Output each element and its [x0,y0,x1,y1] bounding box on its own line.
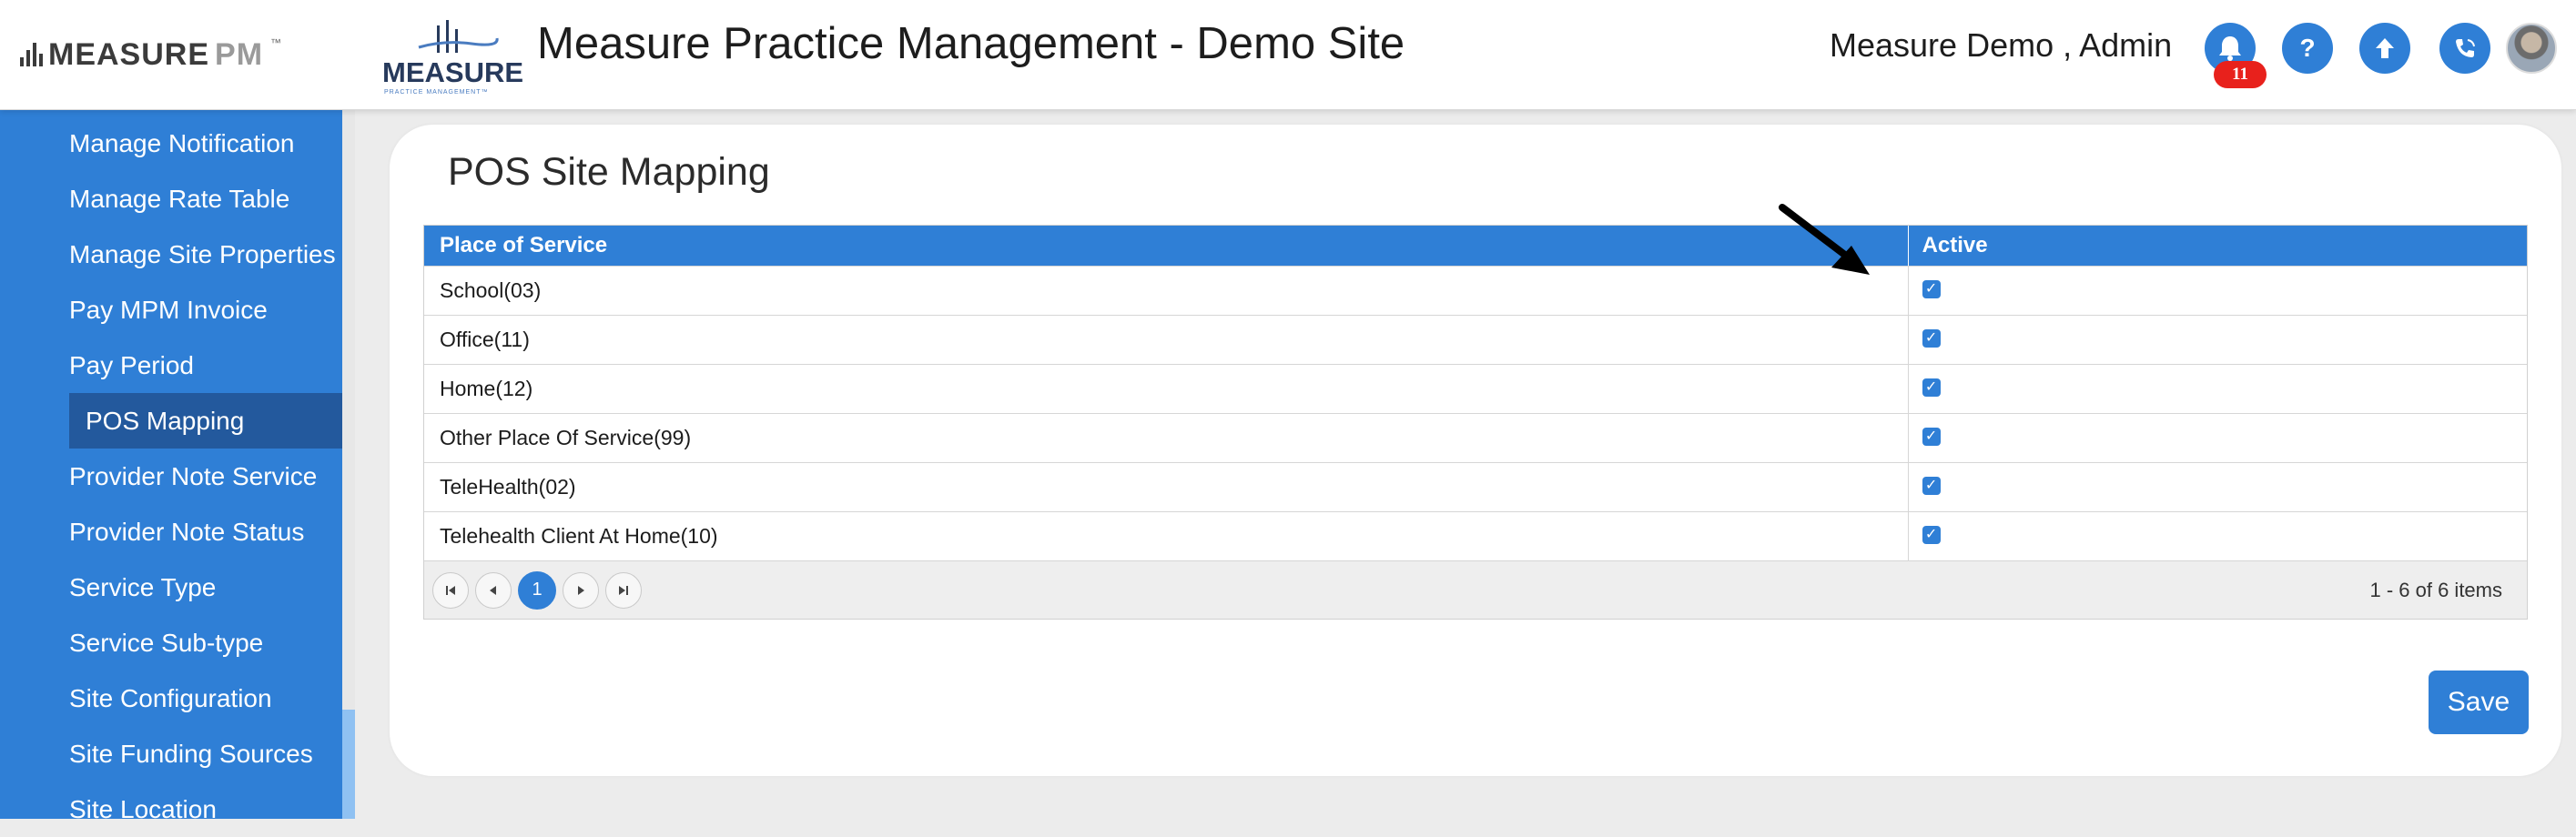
question-icon: ? [2299,34,2316,62]
previous-page-button[interactable] [475,571,512,609]
next-page-icon [578,585,584,595]
place-of-service-cell: School(03) [424,267,1909,315]
sidebar-item-manage-notification[interactable]: Manage Notification [69,116,342,171]
top-header: MEASURE PM ™ MEASURE PRACTICE MANAGEMENT™ … [0,0,2576,110]
sidebar: Manage Notification Manage Rate Table Ma… [0,110,342,823]
first-page-button[interactable] [432,571,469,609]
save-button[interactable]: Save [2429,671,2529,734]
sidebar-item-service-sub-type[interactable]: Service Sub-type [69,615,342,671]
active-checkbox[interactable]: ✓ [1922,378,1941,397]
user-name[interactable]: Measure Demo , Admin [1830,26,2172,65]
sidebar-item-site-location[interactable]: Site Location [69,782,342,837]
active-cell: ✓ [1909,365,2527,413]
logo-bars-icon [20,43,43,66]
table-row: Telehealth Client At Home(10) ✓ [424,511,2527,560]
grid-header: Place of Service Active [424,226,2527,266]
bell-icon [2219,36,2241,61]
table-row: Other Place Of Service(99) ✓ [424,413,2527,462]
place-of-service-cell: Office(11) [424,316,1909,364]
place-of-service-cell: Telehealth Client At Home(10) [424,512,1909,560]
contact-button[interactable] [2439,23,2490,74]
active-cell: ✓ [1909,316,2527,364]
sidebar-item-provider-note-status[interactable]: Provider Note Status [69,504,342,560]
phone-icon [2456,39,2475,57]
active-checkbox[interactable]: ✓ [1922,427,1941,446]
table-row: School(03) ✓ [424,266,2527,315]
page-number-button[interactable]: 1 [518,570,556,610]
pos-mapping-grid: Place of Service Active School(03) ✓ Off… [423,225,2528,620]
sidebar-item-site-funding-sources[interactable]: Site Funding Sources [69,726,342,782]
active-cell: ✓ [1909,463,2527,511]
last-page-icon [619,585,628,595]
arrow-up-icon [2376,38,2394,58]
sidebar-scrollbar-thumb[interactable] [342,710,355,819]
upload-button[interactable] [2359,23,2410,74]
last-page-button[interactable] [605,571,642,609]
avatar[interactable] [2506,23,2557,74]
pager-info: 1 - 6 of 6 items [2369,578,2502,601]
sidebar-item-service-type[interactable]: Service Type [69,560,342,615]
sidebar-item-provider-note-service[interactable]: Provider Note Service [69,449,342,504]
place-of-service-cell: Home(12) [424,365,1909,413]
active-checkbox[interactable]: ✓ [1922,328,1941,348]
table-row: Office(11) ✓ [424,315,2527,364]
column-header-place-of-service[interactable]: Place of Service [424,226,1909,266]
sidebar-scrollbar[interactable] [342,110,355,819]
previous-page-icon [490,585,496,595]
sidebar-item-pay-period[interactable]: Pay Period [69,338,342,393]
site-logo-subtitle: PRACTICE MANAGEMENT™ [384,89,489,96]
sidebar-item-site-configuration[interactable]: Site Configuration [69,671,342,726]
logo-trademark: ™ [270,36,282,49]
place-of-service-cell: Other Place Of Service(99) [424,414,1909,462]
active-cell: ✓ [1909,267,2527,315]
grid-pager: 1 1 - 6 of 6 items [424,560,2527,619]
table-row: TeleHealth(02) ✓ [424,462,2527,511]
notification-badge: 11 [2214,61,2267,88]
site-logo: MEASURE PRACTICE MANAGEMENT™ [380,20,531,96]
logo-text-measure: MEASURE [48,36,210,72]
sidebar-item-pay-mpm-invoice[interactable]: Pay MPM Invoice [69,282,342,338]
site-logo-word: MEASURE [382,56,524,88]
help-button[interactable]: ? [2282,23,2333,74]
next-page-button[interactable] [563,571,599,609]
annotation-arrow-icon [1779,204,1870,275]
logo-text-pm: PM [215,36,264,72]
sidebar-item-pos-mapping[interactable]: POS Mapping [69,393,342,449]
measurepm-logo[interactable]: MEASURE PM ™ [20,36,281,73]
sidebar-item-manage-rate-table[interactable]: Manage Rate Table [69,171,342,227]
column-header-active[interactable]: Active [1909,226,2527,266]
site-logo-mark-icon [418,20,499,53]
sidebar-item-manage-site-properties[interactable]: Manage Site Properties [69,227,342,282]
table-row: Home(12) ✓ [424,364,2527,413]
page-title: Measure Practice Management - Demo Site [537,19,1405,68]
active-checkbox[interactable]: ✓ [1922,525,1941,544]
first-page-icon [446,585,455,595]
section-title: POS Site Mapping [448,150,770,194]
active-checkbox[interactable]: ✓ [1922,279,1941,298]
active-checkbox[interactable]: ✓ [1922,476,1941,495]
place-of-service-cell: TeleHealth(02) [424,463,1909,511]
active-cell: ✓ [1909,512,2527,560]
active-cell: ✓ [1909,414,2527,462]
